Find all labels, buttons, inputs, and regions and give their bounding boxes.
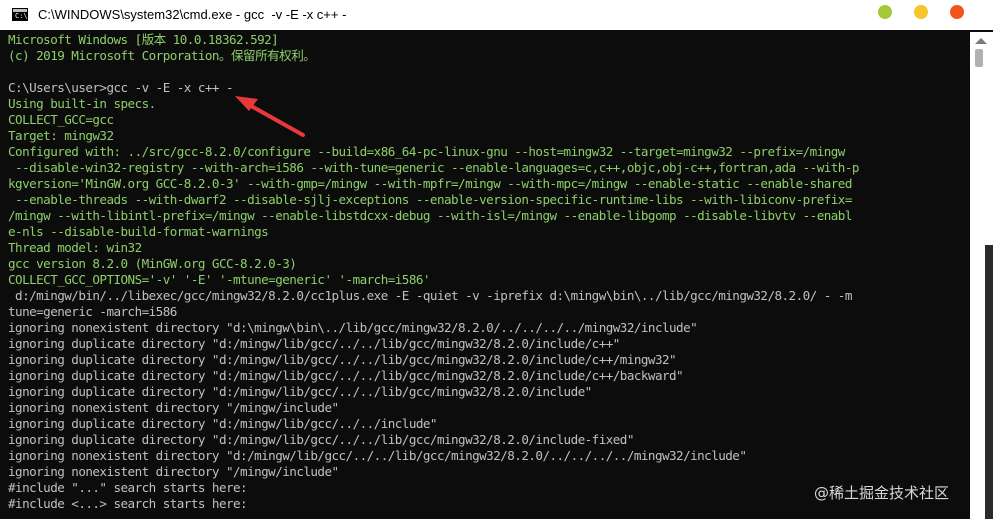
console-line: C:\Users\user>gcc -v -E -x c++ - [8, 80, 234, 95]
console-line: ignoring nonexistent directory "d:\mingw… [8, 320, 698, 335]
console-line: e-nls --disable-build-format-warnings [8, 224, 269, 239]
console-line: ignoring duplicate directory "d:/mingw/l… [8, 368, 684, 383]
console-line: #include <...> search starts here: [8, 496, 248, 511]
console-line: #include "..." search starts here: [8, 480, 248, 495]
console-line: Thread model: win32 [8, 240, 142, 255]
watermark: @稀土掘金技术社区 [814, 484, 950, 502]
window-title: C:\WINDOWS\system32\cmd.exe - gcc -v -E … [38, 7, 347, 22]
console-line: gcc version 8.2.0 (MinGW.org GCC-8.2.0-3… [8, 256, 297, 271]
console-line: ignoring duplicate directory "d:/mingw/l… [8, 384, 592, 399]
title-bar[interactable]: C:\ C:\WINDOWS\system32\cmd.exe - gcc -v… [0, 0, 993, 30]
scroll-thumb[interactable] [975, 49, 983, 67]
maximize-button[interactable] [914, 5, 928, 19]
console-line: COLLECT_GCC_OPTIONS='-v' '-E' '-mtune=ge… [8, 272, 430, 287]
console-line: ignoring nonexistent directory "d:/mingw… [8, 448, 747, 463]
scroll-up-arrow-icon[interactable] [975, 38, 987, 44]
console-line: ignoring nonexistent directory "/mingw/i… [8, 464, 339, 479]
console-line: kgversion='MinGW.org GCC-8.2.0-3' --with… [8, 176, 852, 191]
console-line: --enable-threads --with-dwarf2 --disable… [8, 192, 852, 207]
console-line: --disable-win32-registry --with-arch=i58… [8, 160, 859, 175]
console-line: ignoring duplicate directory "d:/mingw/l… [8, 416, 438, 431]
minimize-button[interactable] [878, 5, 892, 19]
console-line: (c) 2019 Microsoft Corporation。保留所有权利。 [8, 48, 316, 63]
console-line: ignoring duplicate directory "d:/mingw/l… [8, 336, 620, 351]
cmd-app-icon[interactable]: C:\ [12, 8, 28, 21]
console-line: ignoring nonexistent directory "/mingw/i… [8, 400, 339, 415]
console-line: Configured with: ../src/gcc-8.2.0/config… [8, 144, 845, 159]
cmd-window: C:\ C:\WINDOWS\system32\cmd.exe - gcc -v… [0, 0, 993, 519]
console-line: /mingw --with-libintl-prefix=/mingw --en… [8, 208, 852, 223]
console-line: Using built-in specs. [8, 96, 156, 111]
close-button[interactable] [950, 5, 964, 19]
background-window-edge [985, 245, 993, 519]
console-line: d:/mingw/bin/../libexec/gcc/mingw32/8.2.… [8, 288, 852, 303]
console-output[interactable]: Microsoft Windows [版本 10.0.18362.592] (c)… [0, 32, 970, 519]
cmd-icon-label: C:\ [15, 12, 28, 20]
console-line: ignoring duplicate directory "d:/mingw/l… [8, 352, 677, 367]
console-line: Microsoft Windows [版本 10.0.18362.592] [8, 32, 279, 47]
console-line: ignoring duplicate directory "d:/mingw/l… [8, 432, 634, 447]
console-line: COLLECT_GCC=gcc [8, 112, 114, 127]
console-line: Target: mingw32 [8, 128, 114, 143]
console-line: tune=generic -march=i586 [8, 304, 177, 319]
